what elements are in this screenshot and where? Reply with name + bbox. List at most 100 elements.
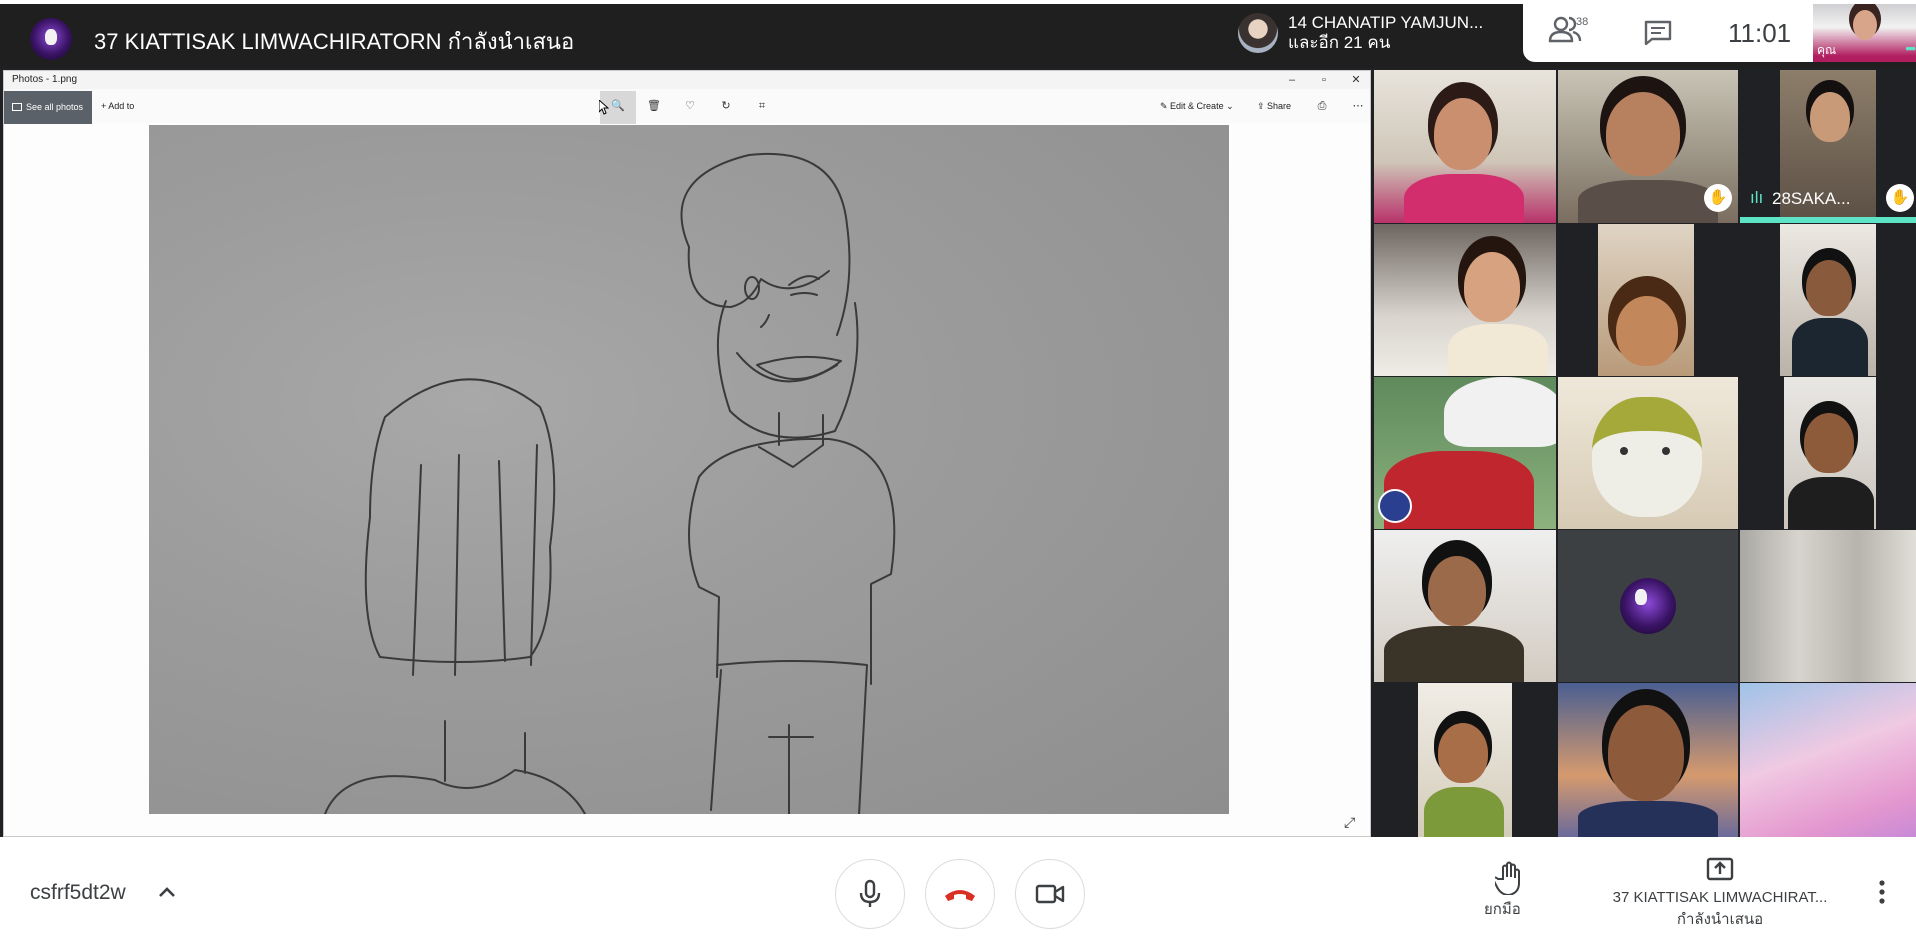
people-count: 38 [1576,16,1589,28]
pencil-drawing [324,152,896,814]
add-to-label: Add to [108,101,135,111]
close-button[interactable]: ✕ [1341,71,1371,89]
doll-eye [1662,447,1670,455]
participant-avatar [1620,578,1676,634]
present-icon [1706,857,1734,881]
participant-tile-1[interactable] [1374,70,1556,223]
self-view[interactable]: คุณ ••• [1813,4,1916,62]
print-icon[interactable]: ⎙ [1313,97,1331,115]
participant-body [1788,477,1874,529]
share-label: Share [1267,101,1292,111]
participant-face [1616,296,1678,366]
participant-body [1578,180,1718,223]
presenting-name: 37 KIATTISAK LIMWACHIRAT... [1612,889,1828,906]
participant-tile-6[interactable] [1740,224,1916,376]
more-options-button[interactable] [1872,877,1892,907]
participant-body [1384,626,1524,682]
audio-indicator: ••• [1905,40,1916,56]
participant-face [1806,260,1852,316]
mic-button[interactable] [835,859,905,929]
active-speaker-chip[interactable]: 14 CHANATIP YAMJUN... และอีก 21 คน [1230,4,1523,62]
participant-face [1804,413,1854,473]
participant-tile-14[interactable] [1558,683,1738,837]
edit-create-label: Edit & Create [1170,101,1224,111]
presenting-status: 37 KIATTISAK LIMWACHIRAT... กำลังนำเสนอ [1600,887,1840,931]
expand-icon[interactable]: ⤢ [1344,814,1360,830]
participant-body [1792,318,1868,376]
participant-body [1424,787,1504,837]
chevron-up-icon [159,887,175,897]
participant-face [1464,252,1520,322]
participant-face [1810,92,1850,142]
edit-create-button[interactable]: ✎ Edit & Create ⌄ [1160,101,1234,112]
participant-tile-4[interactable] [1374,224,1556,376]
participant-tile-15[interactable] [1740,683,1916,837]
participant-tile-10[interactable] [1374,530,1556,682]
participant-tile-5[interactable] [1558,224,1738,376]
participant-tile-9[interactable] [1740,377,1916,529]
speaker-avatar [1238,13,1278,53]
presenting-label: กำลังนำเสนอ [1676,911,1764,928]
self-label: คุณ [1817,43,1837,57]
mic-icon [859,879,881,907]
mouse-cursor [599,100,609,115]
participant-tile-7[interactable] [1374,377,1556,529]
see-all-label: See all photos [26,102,84,112]
see-all-photos-button[interactable]: See all photos [4,91,92,124]
delete-icon[interactable]: 🗑 [645,97,663,115]
present-button[interactable] [1706,857,1734,881]
maximize-button[interactable]: ▫ [1309,71,1339,89]
drawing-photo [149,125,1229,814]
meeting-code[interactable]: csfrf5dt2w [30,881,126,905]
self-face [1853,10,1877,40]
leave-call-button[interactable] [925,859,995,929]
badge-icon [1378,489,1412,523]
photos-icon [12,103,22,111]
share-icon: ⇪ [1257,101,1268,111]
share-button[interactable]: ⇪ Share [1257,101,1291,112]
participant-tile-11[interactable] [1558,530,1738,682]
camera-button[interactable] [1015,859,1085,929]
participant-face [1438,723,1488,783]
participant-tile-12[interactable] [1740,530,1916,682]
participant-face [1434,98,1492,170]
speaker-text: 14 CHANATIP YAMJUN... และอีก 21 คน [1288,13,1483,53]
photos-toolbar: See all photos + Add to 🔍 🗑 ♡ ↻ ⌗ ✎ Edit… [4,89,1370,124]
hand-raised-icon: ✋ [1704,184,1732,212]
clock: 11:01 [1728,18,1792,48]
raise-hand-label: ยกมือ [1484,901,1521,918]
more-vert-icon [1879,880,1885,904]
participant-tile-13[interactable] [1374,683,1556,837]
doll-eye [1620,447,1628,455]
add-to-button[interactable]: + Add to [101,101,134,111]
participant-face [1606,92,1680,176]
camera-icon [1035,884,1065,904]
rotate-icon[interactable]: ↻ [717,97,735,115]
favorite-icon[interactable]: ♡ [681,97,699,115]
participant-tile-2[interactable]: ✋ [1558,70,1738,223]
chat-button[interactable] [1644,20,1672,46]
participant-tile-3[interactable]: ılı 28SAKA... ✋ [1740,70,1916,223]
shared-screen: Photos - 1.png – ▫ ✕ See all photos + Ad… [3,70,1371,837]
participant-tile-8[interactable] [1558,377,1738,529]
participant-name: 28SAKA... [1772,189,1851,208]
hand-icon [1491,861,1520,897]
chat-icon [1644,20,1672,46]
crop-icon[interactable]: ⌗ [753,97,771,115]
chevron-down-icon: ⌄ [1223,101,1234,111]
presenter-avatar [30,18,72,60]
minimize-button[interactable]: – [1277,71,1307,89]
audio-wave-icon: ılı [1750,188,1764,207]
doll-face [1592,397,1702,517]
meet-window: 37 KIATTISAK LIMWACHIRATORN กำลังนำเสนอ … [0,0,1916,938]
participant-body [1404,174,1524,223]
speaker-others: และอีก 21 คน [1288,33,1391,52]
more-horiz-icon[interactable]: ⋯ [1349,97,1367,115]
speaking-indicator [1740,217,1916,223]
hangup-icon [945,890,975,901]
meeting-details-button[interactable] [156,881,178,903]
participant-face [1428,556,1486,626]
zoom-icon[interactable]: 🔍 [609,97,627,115]
window-title: Photos - 1.png [4,71,1370,89]
raise-hand-button[interactable] [1488,861,1532,897]
